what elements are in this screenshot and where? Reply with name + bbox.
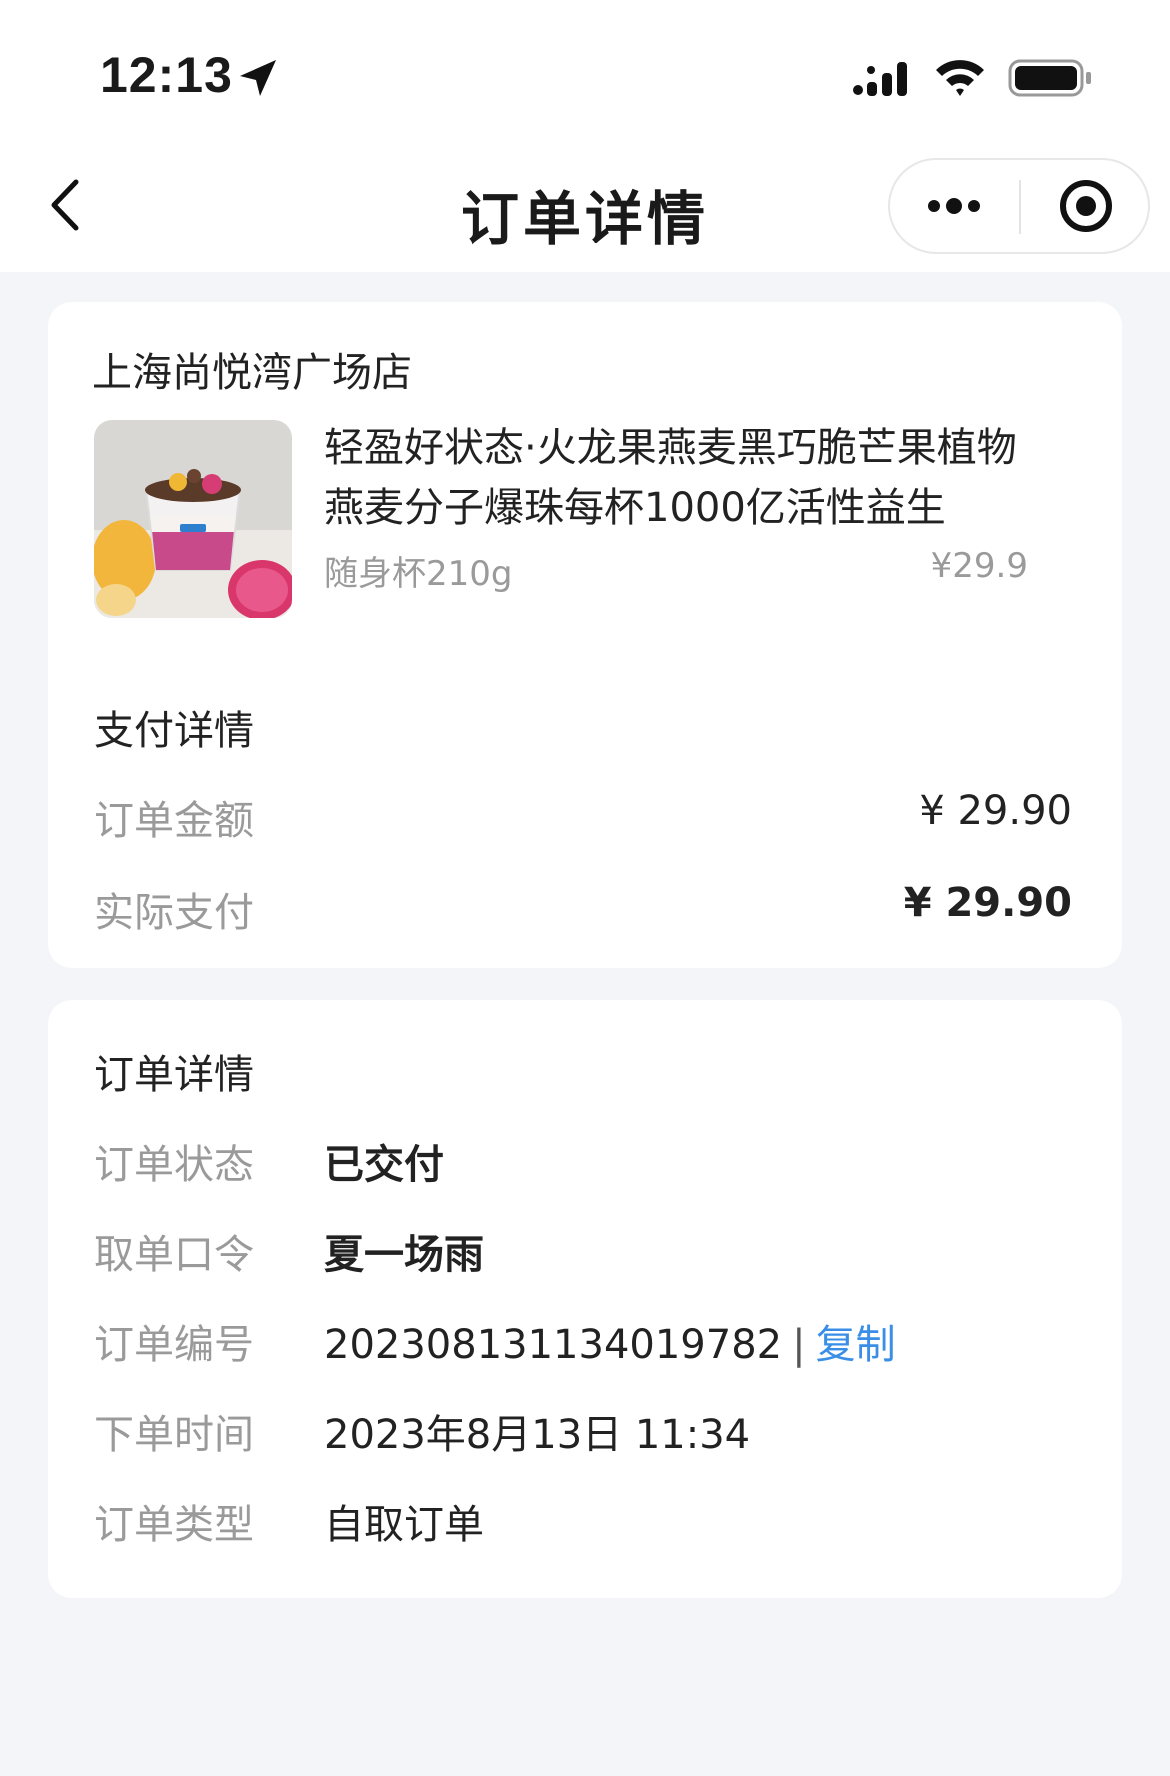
order-type-value: 自取订单 [324,1502,484,1548]
order-status-value: 已交付 [324,1142,444,1188]
separator: | [792,1322,806,1368]
pickup-code-label: 取单口令 [94,1232,254,1278]
order-time-value: 2023年8月13日 11:34 [324,1412,751,1458]
actual-paid-label: 实际支付 [94,890,254,936]
order-detail-card: 订单详情 订单状态 已交付 取单口令 夏一场雨 订单编号 20230813113… [48,1000,1122,1598]
close-button[interactable] [1022,160,1150,252]
order-card: 上海尚悦湾广场店 轻盈好状态·火龙果燕麦黑巧脆芒果植物燕麦分子爆珠每杯1000亿… [48,302,1122,968]
miniprogram-capsule [888,158,1150,254]
store-name: 上海尚悦湾广场店 [92,350,412,396]
battery-icon [1008,59,1091,97]
order-status-label: 订单状态 [94,1142,254,1188]
product-image[interactable] [94,420,292,618]
product-price: ¥29.9 [930,546,1028,586]
order-time-label: 下单时间 [94,1412,254,1458]
pickup-code-value: 夏一场雨 [324,1232,484,1278]
location-arrow-icon [240,60,276,96]
wifi-icon [936,60,984,96]
status-time: 12:13 [100,47,233,103]
more-dots-icon [928,198,980,214]
capsule-divider [1019,180,1021,234]
order-amount-label: 订单金额 [94,798,254,844]
product-spec: 随身杯210g [324,554,513,594]
target-close-icon [1060,180,1112,232]
order-number-row: 202308131134019782 | 复制 [324,1312,896,1370]
order-number-value: 202308131134019782 [324,1322,783,1368]
order-number-label: 订单编号 [94,1322,254,1368]
detail-section-title: 订单详情 [94,1052,254,1098]
order-amount-value: ¥ 29.90 [919,788,1072,834]
more-button[interactable] [890,160,1018,252]
signal-icon [853,62,907,96]
product-name: 轻盈好状态·火龙果燕麦黑巧脆芒果植物燕麦分子爆珠每杯1000亿活性益生 [324,425,1017,531]
top-bar: 12:13 订单详情 [0,0,1170,272]
actual-paid-value: ¥ 29.90 [903,880,1072,926]
payment-section-title: 支付详情 [94,708,254,754]
copy-button[interactable]: 复制 [816,1322,896,1368]
order-type-label: 订单类型 [94,1502,254,1548]
